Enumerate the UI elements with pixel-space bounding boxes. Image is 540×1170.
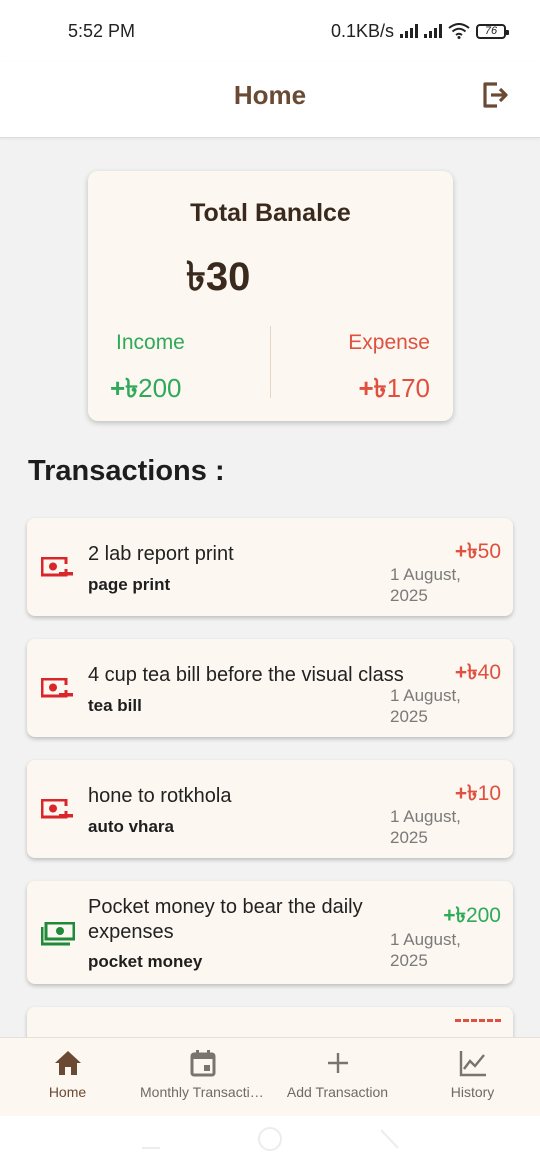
transaction-list[interactable]: 2 lab report print page print +৳50 1 Aug… (0, 510, 540, 1037)
status-bar: 5:52 PM 0.1KB/s 76 (0, 0, 540, 62)
amount-value: 50 (477, 540, 501, 563)
balance-card: Total Banalce ৳30 Income +৳200 Expense +… (88, 171, 453, 421)
calendar-icon (190, 1050, 215, 1077)
home-icon (54, 1051, 81, 1075)
partial-amount (455, 1019, 501, 1025)
signal-icon-2 (424, 24, 442, 38)
transaction-card[interactable]: Pocket money to bear the daily expenses … (27, 881, 513, 984)
transaction-title: hone to rotkhola (88, 785, 232, 807)
amount-value: 200 (465, 904, 501, 927)
money-out-icon (41, 799, 75, 819)
amount-sign: +৳ (454, 782, 478, 805)
expense-sign: +৳ (358, 373, 387, 403)
nav-home[interactable]: Home (0, 1048, 135, 1110)
amount-sign: +৳ (443, 904, 466, 927)
transaction-card[interactable]: 2 lab report print page print +৳50 1 Aug… (27, 518, 513, 616)
chart-line-icon (459, 1051, 486, 1077)
nav-label: Home (48, 1084, 87, 1100)
nav-add-transaction[interactable]: Add Transaction (270, 1048, 405, 1110)
balance-value: ৳30 (186, 255, 251, 299)
back-icon[interactable] (378, 1126, 402, 1150)
expense-amount: 170 (386, 373, 430, 403)
plus-icon (327, 1053, 348, 1073)
nav-label: History (450, 1084, 495, 1100)
transaction-card[interactable]: hone to rotkhola auto vhara +৳10 1 Augus… (27, 760, 513, 858)
income-label: Income (116, 331, 185, 354)
nav-label: Monthly Transactions (140, 1084, 265, 1100)
home-system-icon[interactable] (257, 1126, 283, 1152)
money-out-icon (41, 678, 75, 698)
money-out-icon (41, 557, 75, 577)
income-sign: +৳ (110, 373, 139, 403)
transaction-date: 1 August, 2025 (390, 565, 461, 605)
money-in-icon (41, 922, 75, 946)
status-indicators: 0.1KB/s 76 (330, 20, 509, 42)
nav-label: Add Transaction (286, 1084, 389, 1100)
page-title: Home (233, 80, 307, 110)
transaction-title: 4 cup tea bill before the visual class (88, 664, 404, 686)
transaction-card-partial[interactable] (27, 1007, 513, 1037)
expense-label: Expense (348, 331, 430, 354)
divider (270, 326, 271, 398)
transaction-title: 2 lab report print (88, 543, 234, 565)
transaction-category: pocket money (88, 952, 203, 971)
bottom-nav: Home Monthly Transactions Add Transactio… (0, 1037, 540, 1116)
transaction-date: 1 August, 2025 (390, 807, 461, 847)
network-speed: 0.1KB/s (330, 20, 394, 41)
signal-icon (400, 24, 418, 38)
transaction-category: auto vhara (88, 817, 174, 836)
nav-monthly-transactions[interactable]: Monthly Transactions (135, 1048, 270, 1110)
amount-value: 10 (477, 782, 501, 805)
transaction-category: tea bill (88, 696, 142, 715)
amount-sign: +৳ (454, 540, 478, 563)
income-amount: 200 (138, 373, 182, 403)
transaction-card[interactable]: 4 cup tea bill before the visual class t… (27, 639, 513, 737)
balance-label: Total Banalce (190, 199, 351, 227)
logout-icon[interactable] (480, 80, 510, 110)
transaction-category: page print (88, 575, 171, 594)
battery-icon: 76 (476, 23, 509, 39)
transaction-date: 1 August, 2025 (390, 930, 461, 970)
battery-level: 76 (484, 25, 498, 37)
wifi-icon (448, 23, 470, 39)
amount-sign: +৳ (454, 661, 478, 684)
recents-icon[interactable] (140, 1126, 162, 1150)
system-nav-bar (0, 1116, 540, 1170)
nav-history[interactable]: History (405, 1048, 540, 1110)
transaction-title: Pocket money to bear the daily expenses (88, 896, 363, 943)
income-value: +৳200 (110, 368, 182, 412)
app-bar: Home (0, 62, 540, 138)
status-time: 5:52 PM (68, 20, 136, 41)
expense-value: +৳170 (358, 368, 430, 412)
transactions-heading: Transactions : (28, 455, 225, 487)
amount-value: 40 (477, 661, 501, 684)
transaction-date: 1 August, 2025 (390, 686, 461, 726)
